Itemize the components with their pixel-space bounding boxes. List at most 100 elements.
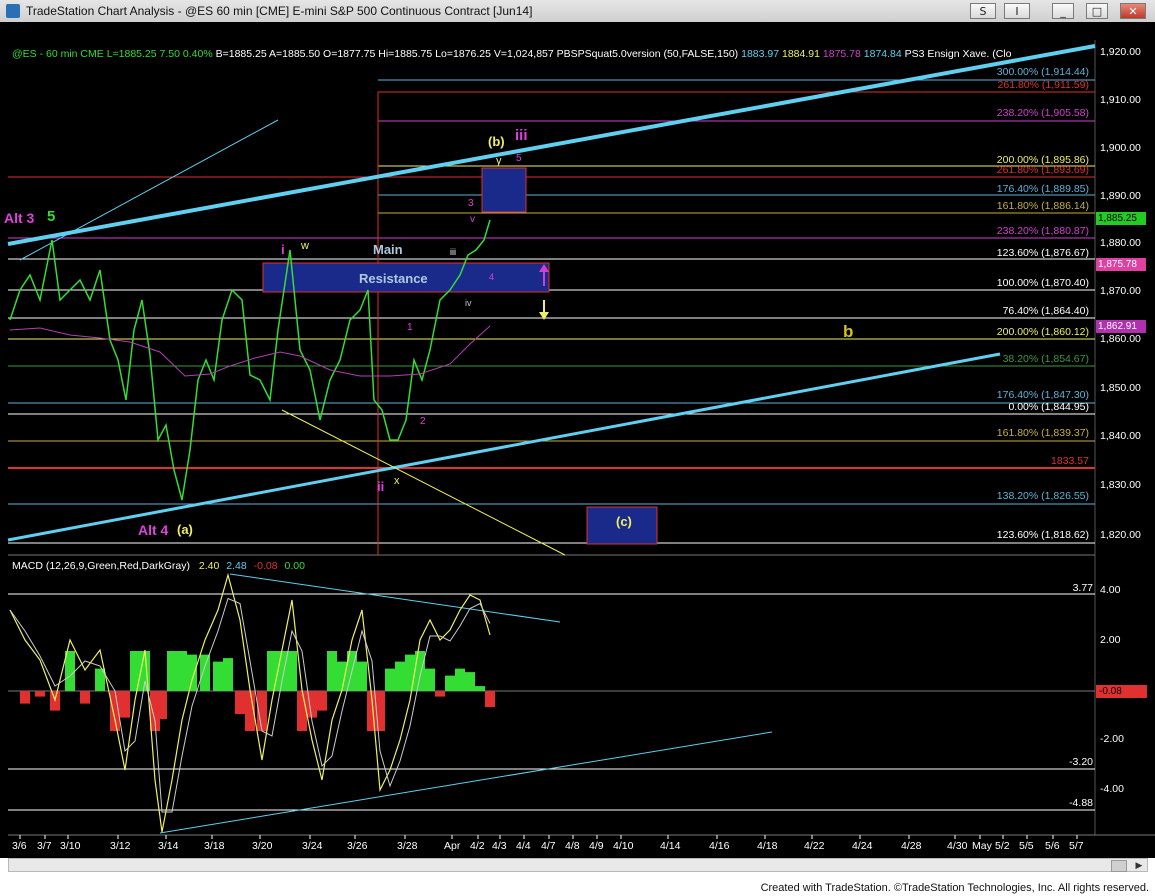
macd-histogram-bar bbox=[35, 691, 45, 697]
close-button[interactable]: ✕ bbox=[1120, 3, 1146, 19]
macd-label: MACD (12,26,9,Green,Red,DarkGray) bbox=[12, 560, 190, 572]
macd-histogram-bar bbox=[167, 651, 177, 691]
horizontal-scrollbar[interactable]: ▶ bbox=[8, 858, 1148, 872]
high-price: Hi=1885.75 bbox=[378, 48, 433, 60]
wave-label-i: i bbox=[281, 242, 285, 257]
indicator-value-4: 1874.84 bbox=[863, 48, 902, 60]
open-price: O=1877.75 bbox=[323, 48, 376, 60]
wave-label-alt4: Alt 4 bbox=[138, 522, 169, 538]
date-tick-label: 4/24 bbox=[852, 840, 873, 852]
macd-histogram-bar bbox=[317, 691, 327, 711]
wave-label-y: y bbox=[496, 155, 502, 167]
fib-label: 1833.57 bbox=[1051, 455, 1089, 467]
resistance-label: Resistance bbox=[359, 271, 428, 286]
date-tick-label: 4/10 bbox=[613, 840, 634, 852]
symbol-link-button[interactable]: S bbox=[970, 3, 996, 19]
fib-label: 238.20% (1,880.87) bbox=[996, 225, 1089, 237]
price-tick: 1,860.00 bbox=[1100, 333, 1141, 345]
fib-label: 0.00% (1,844.95) bbox=[1008, 401, 1089, 413]
macd-histogram-bar bbox=[395, 661, 405, 691]
macd-value-1: 2.40 bbox=[198, 560, 220, 572]
date-tick-label: 5/6 bbox=[1045, 840, 1060, 852]
date-tick-label: 3/24 bbox=[302, 840, 323, 852]
macd-histogram-bar bbox=[337, 661, 347, 691]
date-tick-label: 5/5 bbox=[1019, 840, 1034, 852]
footer-credit: Created with TradeStation. ©TradeStation… bbox=[760, 882, 1149, 894]
maximize-button[interactable]: □ bbox=[1086, 3, 1108, 19]
volume: V=1,024,857 bbox=[493, 48, 554, 60]
date-tick-label: 3/26 bbox=[347, 840, 368, 852]
macd-tick: -4.00 bbox=[1100, 783, 1124, 795]
price-tick: 1,820.00 bbox=[1100, 529, 1141, 541]
price-tick: 1,910.00 bbox=[1100, 94, 1141, 106]
date-tick-label: 4/7 bbox=[541, 840, 556, 852]
main-label: Main bbox=[373, 242, 403, 257]
minimize-button[interactable]: _ bbox=[1052, 3, 1074, 19]
chart-svg[interactable] bbox=[0, 22, 1155, 858]
macd-histogram-bar bbox=[327, 651, 337, 691]
wave-label-iii-small: iii bbox=[450, 247, 456, 257]
macd-tick: 4.00 bbox=[1100, 584, 1121, 596]
date-tick-label: May bbox=[972, 840, 992, 852]
fib-label: 100.00% (1,870.40) bbox=[996, 277, 1089, 289]
date-tick-label: 4/14 bbox=[660, 840, 681, 852]
date-tick-label: 4/18 bbox=[757, 840, 778, 852]
fib-label: 261.80% (1,893.69) bbox=[996, 164, 1089, 176]
date-tick-label: 3/7 bbox=[37, 840, 52, 852]
date-tick-label: 3/10 bbox=[60, 840, 81, 852]
price-tick: 1,850.00 bbox=[1100, 382, 1141, 394]
price-tick: 1,870.00 bbox=[1100, 285, 1141, 297]
price-tick: 1,890.00 bbox=[1100, 190, 1141, 202]
macd-histogram-bar bbox=[415, 651, 425, 691]
fib-label: 138.20% (1,826.55) bbox=[996, 490, 1089, 502]
app-icon bbox=[6, 4, 20, 18]
macd-histogram-bar bbox=[120, 691, 130, 718]
date-tick-label: 5/2 bbox=[995, 840, 1010, 852]
fib-label: 161.80% (1,886.14) bbox=[996, 200, 1089, 212]
macd-tick: 2.00 bbox=[1100, 634, 1121, 646]
bid-price: B=1885.25 bbox=[215, 48, 267, 60]
macd-histogram-bar bbox=[385, 668, 395, 691]
date-tick-label: 4/16 bbox=[709, 840, 730, 852]
date-tick-label: 3/20 bbox=[252, 840, 273, 852]
date-tick-label: 5/7 bbox=[1069, 840, 1084, 852]
ask-price: A=1885.50 bbox=[269, 48, 321, 60]
wave-label-1: 1 bbox=[407, 322, 413, 333]
macd-histogram-bar bbox=[485, 691, 495, 708]
fib-label: 200.00% (1,860.12) bbox=[996, 326, 1089, 338]
price-tick: 1,880.00 bbox=[1100, 237, 1141, 249]
wave-label-5-small: 5 bbox=[516, 153, 522, 164]
fib-label: 76.40% (1,864.40) bbox=[1002, 305, 1089, 317]
macd-histogram-bar bbox=[445, 675, 455, 691]
fib-label: 238.20% (1,905.58) bbox=[996, 107, 1089, 119]
window-title: TradeStation Chart Analysis - @ES 60 min… bbox=[26, 4, 533, 18]
date-tick-label: 4/22 bbox=[804, 840, 825, 852]
last-price: L=1885.25 7.50 0.40% bbox=[106, 48, 213, 60]
wave-label-4: 4 bbox=[489, 272, 495, 282]
date-tick-label: 4/2 bbox=[470, 840, 485, 852]
macd-histogram-bar bbox=[405, 654, 415, 691]
macd-histogram-bar bbox=[425, 668, 435, 691]
symbol-label: @ES - 60 min CME bbox=[12, 48, 104, 60]
macd-histogram-bar bbox=[277, 651, 287, 691]
date-tick-label: 4/9 bbox=[589, 840, 604, 852]
macd-histogram-bar bbox=[357, 661, 367, 691]
macd-level-badge: -0.08 bbox=[1096, 685, 1147, 698]
indicator-value-2: 1884.91 bbox=[782, 48, 820, 60]
scrollbar-thumb[interactable] bbox=[1111, 860, 1127, 872]
date-tick-label: 4/28 bbox=[901, 840, 922, 852]
scroll-right-arrow-icon[interactable]: ▶ bbox=[1133, 860, 1145, 870]
wave-label-b-paren: (b) bbox=[488, 134, 505, 149]
date-tick-label: 3/12 bbox=[110, 840, 131, 852]
magenta-price-badge: 1,862.91 bbox=[1096, 320, 1146, 333]
macd-header: MACD (12,26,9,Green,Red,DarkGray) 2.40 2… bbox=[12, 560, 305, 572]
wave-label-v: v bbox=[470, 214, 475, 225]
date-tick-label: 3/14 bbox=[158, 840, 179, 852]
chart-area[interactable]: @ES - 60 min CME L=1885.25 7.50 0.40% B=… bbox=[0, 22, 1155, 858]
macd-histogram-bar bbox=[80, 691, 90, 704]
macd-histogram-bar bbox=[455, 668, 465, 691]
wave-label-iv: iv bbox=[465, 298, 472, 308]
macd-histogram-bar bbox=[297, 691, 307, 731]
indicator-value-1: 1883.97 bbox=[741, 48, 780, 60]
indicator-link-button[interactable]: I bbox=[1004, 3, 1030, 19]
